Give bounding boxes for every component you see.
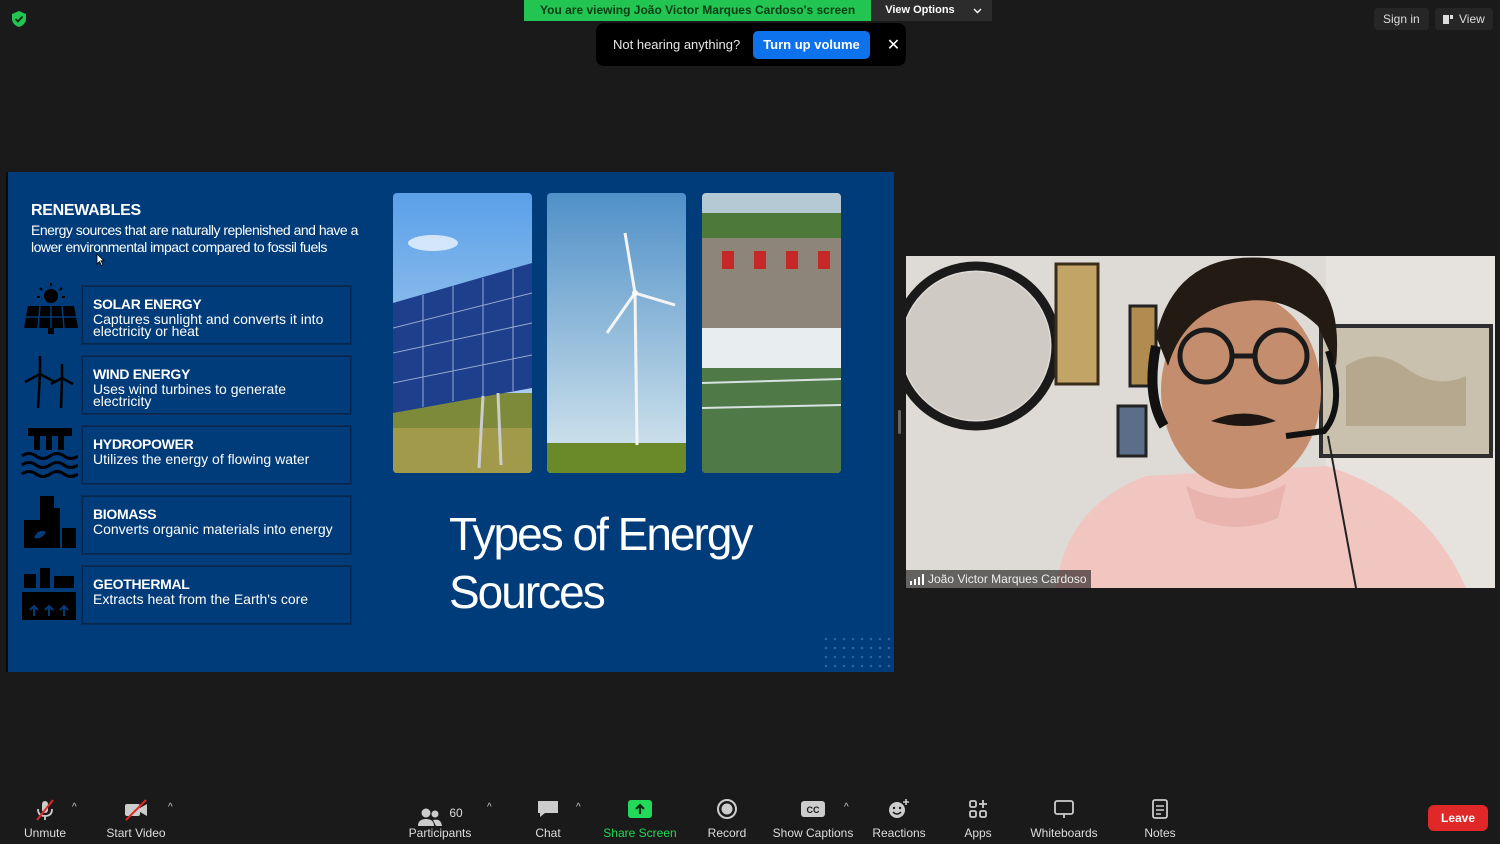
view-options-label: View Options bbox=[885, 4, 955, 16]
list-item-solar: SOLAR ENERGY Captures sunlight and conve… bbox=[81, 285, 352, 345]
whiteboards-label: Whiteboards bbox=[1030, 826, 1098, 840]
apps-grid-icon bbox=[969, 800, 987, 818]
chat-label: Chat bbox=[535, 826, 561, 840]
participants-count: 60 bbox=[449, 806, 463, 820]
unmute-button[interactable]: Unmute bbox=[20, 790, 70, 844]
item-title: GEOTHERMAL bbox=[93, 576, 190, 592]
audio-toast: Not hearing anything? Turn up volume ✕ bbox=[596, 23, 906, 66]
whiteboards-button[interactable]: Whiteboards bbox=[1030, 790, 1098, 844]
dam-photo bbox=[702, 193, 841, 473]
slide-title: Types of Energy Sources bbox=[449, 505, 829, 621]
slide-description: Energy sources that are naturally replen… bbox=[31, 222, 358, 255]
share-screen-label: Share Screen bbox=[603, 826, 677, 840]
list-item-biomass: BIOMASS Converts organic materials into … bbox=[81, 495, 352, 555]
participant-video[interactable] bbox=[906, 256, 1495, 588]
show-captions-label: Show Captions bbox=[772, 826, 854, 840]
screen-share-banner: You are viewing João Victor Marques Card… bbox=[524, 0, 992, 21]
list-item-geothermal: GEOTHERMAL Extracts heat from the Earth'… bbox=[81, 565, 352, 625]
meeting-toolbar: Unmute ^ Start Video ^ 60 Participants ^… bbox=[0, 790, 1500, 844]
item-description: Converts organic materials into energy bbox=[93, 521, 333, 537]
reactions-button[interactable]: Reactions bbox=[872, 790, 926, 844]
start-video-button[interactable]: Start Video bbox=[104, 790, 168, 844]
start-video-label: Start Video bbox=[106, 826, 166, 840]
list-item-hydropower: HYDROPOWER Utilizes the energy of flowin… bbox=[81, 425, 352, 485]
apps-label: Apps bbox=[964, 826, 992, 840]
view-layout-icon bbox=[1443, 14, 1453, 24]
turn-up-volume-button[interactable]: Turn up volume bbox=[753, 30, 870, 59]
participants-label: Participants bbox=[408, 826, 472, 840]
record-label: Record bbox=[707, 826, 747, 840]
dam-icon bbox=[20, 424, 79, 482]
share-screen-icon bbox=[628, 800, 652, 818]
solar-panel-icon bbox=[20, 280, 78, 338]
view-label: View bbox=[1459, 12, 1485, 26]
video-options-caret-icon[interactable]: ^ bbox=[168, 802, 173, 813]
microphone-muted-icon bbox=[36, 799, 54, 821]
slide-heading: RENEWABLES bbox=[31, 202, 141, 219]
item-title: SOLAR ENERGY bbox=[93, 296, 202, 312]
view-button[interactable]: View bbox=[1435, 8, 1493, 30]
viewing-banner-text: You are viewing João Victor Marques Card… bbox=[524, 0, 872, 21]
reactions-smiley-icon bbox=[889, 799, 909, 818]
item-description: Captures sunlight and converts it into e… bbox=[93, 311, 324, 339]
item-description: Extracts heat from the Earth's core bbox=[93, 591, 309, 607]
notes-button[interactable]: Notes bbox=[1140, 790, 1180, 844]
participants-options-caret-icon[interactable]: ^ bbox=[487, 802, 492, 813]
record-button[interactable]: Record bbox=[704, 790, 750, 844]
geothermal-icon bbox=[20, 564, 78, 622]
chat-button[interactable]: Chat bbox=[528, 790, 568, 844]
item-description: Utilizes the energy of flowing water bbox=[93, 451, 310, 467]
svg-text:CC: CC bbox=[807, 805, 820, 815]
solar-panels-photo bbox=[393, 193, 532, 473]
participant-name: João Victor Marques Cardoso bbox=[928, 572, 1087, 586]
notes-icon bbox=[1152, 799, 1168, 819]
chat-icon bbox=[538, 801, 558, 817]
item-title: BIOMASS bbox=[93, 506, 157, 522]
panel-resize-handle[interactable] bbox=[898, 410, 901, 434]
shared-screen-slide: RENEWABLES Energy sources that are natur… bbox=[6, 172, 894, 672]
slide-title-line-1: Types of Energy bbox=[449, 508, 753, 560]
list-item-wind: WIND ENERGY Uses wind turbines to genera… bbox=[81, 355, 352, 415]
wind-turbine-photo bbox=[547, 193, 686, 473]
share-screen-button[interactable]: Share Screen bbox=[602, 790, 678, 844]
toast-message: Not hearing anything? bbox=[613, 37, 741, 52]
chat-options-caret-icon[interactable]: ^ bbox=[576, 802, 581, 813]
item-title: WIND ENERGY bbox=[93, 366, 191, 382]
chevron-down-icon bbox=[973, 8, 982, 13]
dot-pattern-decoration bbox=[824, 637, 891, 668]
close-icon[interactable]: ✕ bbox=[887, 35, 900, 55]
record-icon bbox=[717, 799, 737, 819]
biomass-plant-icon bbox=[20, 494, 78, 552]
item-description: Uses wind turbines to generate electrici… bbox=[93, 381, 286, 409]
captions-options-caret-icon[interactable]: ^ bbox=[844, 802, 849, 813]
signal-strength-icon bbox=[910, 573, 924, 585]
audio-options-caret-icon[interactable]: ^ bbox=[72, 802, 77, 813]
mouse-cursor-icon bbox=[96, 253, 105, 266]
wind-turbine-icon bbox=[20, 352, 78, 410]
participants-button[interactable]: 60 Participants bbox=[406, 790, 474, 844]
apps-button[interactable]: Apps bbox=[958, 790, 998, 844]
unmute-label: Unmute bbox=[23, 826, 67, 840]
slide-edge bbox=[6, 172, 8, 672]
show-captions-button[interactable]: CC Show Captions bbox=[772, 790, 854, 844]
sign-in-button[interactable]: Sign in bbox=[1374, 8, 1429, 30]
item-title: HYDROPOWER bbox=[93, 436, 194, 452]
participants-icon bbox=[418, 808, 443, 826]
security-shield-icon[interactable] bbox=[10, 10, 28, 28]
whiteboard-icon bbox=[1054, 800, 1074, 818]
closed-captions-icon: CC bbox=[801, 801, 825, 817]
video-camera-off-icon bbox=[125, 799, 147, 821]
reactions-label: Reactions bbox=[872, 826, 926, 840]
notes-label: Notes bbox=[1144, 826, 1176, 840]
leave-button[interactable]: Leave bbox=[1428, 805, 1488, 831]
participant-name-tag: João Victor Marques Cardoso bbox=[906, 570, 1091, 588]
view-options-button[interactable]: View Options bbox=[871, 0, 992, 21]
slide-title-line-2: Sources bbox=[449, 566, 606, 618]
